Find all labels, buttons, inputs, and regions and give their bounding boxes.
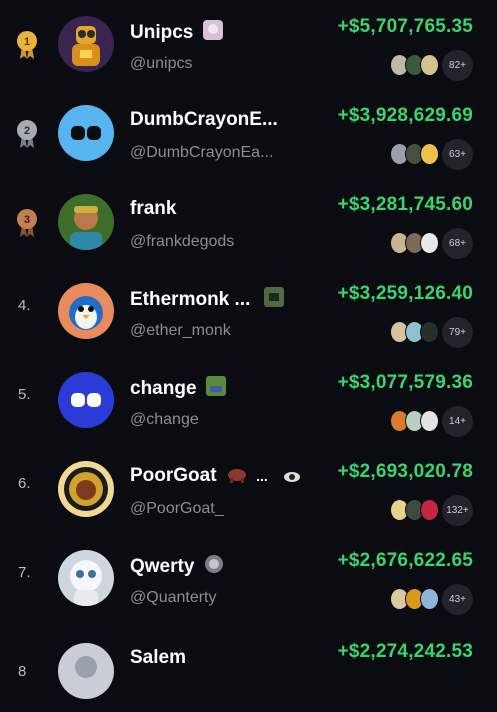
leaderboard-row[interactable]: 6. PoorGoat ... @PoorGoat_ +$2,693,020.7… — [0, 445, 497, 534]
nft-thumbnail — [420, 588, 439, 610]
more-count: 43+ — [442, 583, 473, 615]
leaderboard-list: 1 Unipcs @unipcs +$5,707,765.35 82+ 2 Du… — [0, 0, 497, 699]
goat-avatar-icon — [58, 461, 114, 517]
penguin-avatar-icon — [58, 283, 114, 339]
more-count: 132+ — [442, 494, 473, 526]
badge-icon — [204, 554, 224, 580]
bronze-medal-icon: 3 — [17, 209, 37, 237]
nft-thumbnail — [420, 143, 439, 165]
rank-number: 5. — [18, 386, 31, 403]
avatar[interactable] — [58, 194, 114, 250]
user-name[interactable]: DumbCrayonE... — [130, 109, 278, 131]
leaderboard-row[interactable]: 7. Qwerty @Quanterty +$2,676,622.65 43+ — [0, 534, 497, 623]
holdings-thumbnails[interactable]: 43+ — [390, 583, 473, 615]
rank-number: 8 — [18, 663, 27, 680]
user-name[interactable]: Qwerty — [130, 554, 224, 580]
leaderboard-row[interactable]: 1 Unipcs @unipcs +$5,707,765.35 82+ — [0, 0, 497, 89]
more-count: 68+ — [442, 227, 473, 259]
user-handle: @ether_monk — [130, 322, 231, 339]
user-handle: @PoorGoat_ — [130, 500, 224, 517]
pnl-amount: +$2,274,242.53 — [337, 641, 473, 662]
pnl-amount: +$2,676,622.65 — [337, 550, 473, 571]
avatar[interactable] — [58, 372, 114, 428]
user-name[interactable]: Unipcs — [130, 20, 223, 46]
user-name[interactable]: frank — [130, 198, 176, 220]
avatar[interactable] — [58, 283, 114, 339]
holdings-thumbnails[interactable]: 63+ — [390, 138, 473, 170]
user-handle: @Quanterty — [130, 589, 217, 606]
avatar[interactable] — [58, 16, 114, 72]
holdings-thumbnails[interactable]: 14+ — [390, 405, 473, 437]
leaderboard-row[interactable]: 2 DumbCrayonE... @DumbCrayonEa... +$3,92… — [0, 89, 497, 178]
rank-number: 4. — [18, 297, 31, 314]
rank-number: 6. — [18, 475, 31, 492]
holdings-thumbnails[interactable]: 82+ — [390, 49, 473, 81]
badge-icon — [226, 465, 248, 489]
gold-medal-icon: 1 — [17, 31, 37, 59]
eye-icon — [283, 467, 301, 489]
badge-icon — [263, 287, 284, 313]
silver-medal-icon: 2 — [17, 120, 37, 148]
avatar[interactable] — [58, 105, 114, 161]
pnl-amount: +$3,259,126.40 — [337, 283, 473, 304]
more-count: 63+ — [442, 138, 473, 170]
nft-thumbnail — [420, 499, 439, 521]
avatar[interactable] — [58, 643, 114, 699]
pnl-amount: +$3,077,579.36 — [337, 372, 473, 393]
user-name[interactable]: Salem — [130, 647, 186, 669]
user-name[interactable]: change — [130, 376, 226, 402]
user-handle: @unipcs — [130, 55, 193, 72]
user-handle: @DumbCrayonEa... — [130, 144, 274, 161]
nft-thumbnail — [420, 410, 439, 432]
pnl-amount: +$3,281,745.60 — [337, 194, 473, 215]
leaderboard-row[interactable]: 3 frank @frankdegods +$3,281,745.60 68+ — [0, 178, 497, 267]
nft-thumbnail — [420, 321, 439, 343]
holdings-thumbnails[interactable]: 68+ — [390, 227, 473, 259]
more-count: 79+ — [442, 316, 473, 348]
chain-link-avatar-icon — [58, 372, 114, 428]
frank-avatar-icon — [58, 194, 114, 250]
avatar[interactable] — [58, 461, 114, 517]
pnl-amount: +$3,928,629.69 — [337, 105, 473, 126]
rank-number: 7. — [18, 564, 31, 581]
badge-icon — [205, 376, 226, 402]
nft-thumbnail — [420, 54, 439, 76]
leaderboard-row[interactable]: 4. Ethermonk ... @ether_monk +$3,259,126… — [0, 267, 497, 356]
white-robot-avatar-icon — [58, 550, 114, 606]
leaderboard-row[interactable]: 8 Salem +$2,274,242.53 — [0, 623, 497, 712]
svg-text:2: 2 — [24, 125, 30, 137]
holdings-thumbnails[interactable]: 132+ — [390, 494, 473, 526]
leaderboard-row[interactable]: 5. change @change +$3,077,579.36 14+ — [0, 356, 497, 445]
pnl-amount: +$5,707,765.35 — [337, 16, 473, 37]
user-name[interactable]: PoorGoat ... — [130, 465, 301, 489]
badge-icon — [202, 20, 223, 46]
holdings-thumbnails[interactable]: 79+ — [390, 316, 473, 348]
nft-thumbnail — [420, 232, 439, 254]
default-avatar-icon — [58, 643, 114, 699]
chain-link-avatar-icon — [58, 105, 114, 161]
svg-text:1: 1 — [24, 36, 30, 48]
user-name[interactable]: Ethermonk ... — [130, 287, 284, 313]
robot-avatar-icon — [58, 16, 114, 72]
pnl-amount: +$2,693,020.78 — [337, 461, 473, 482]
more-count: 14+ — [442, 405, 473, 437]
avatar[interactable] — [58, 550, 114, 606]
user-handle: @frankdegods — [130, 233, 235, 250]
user-handle: @change — [130, 411, 199, 428]
svg-text:3: 3 — [24, 214, 30, 226]
more-count: 82+ — [442, 49, 473, 81]
